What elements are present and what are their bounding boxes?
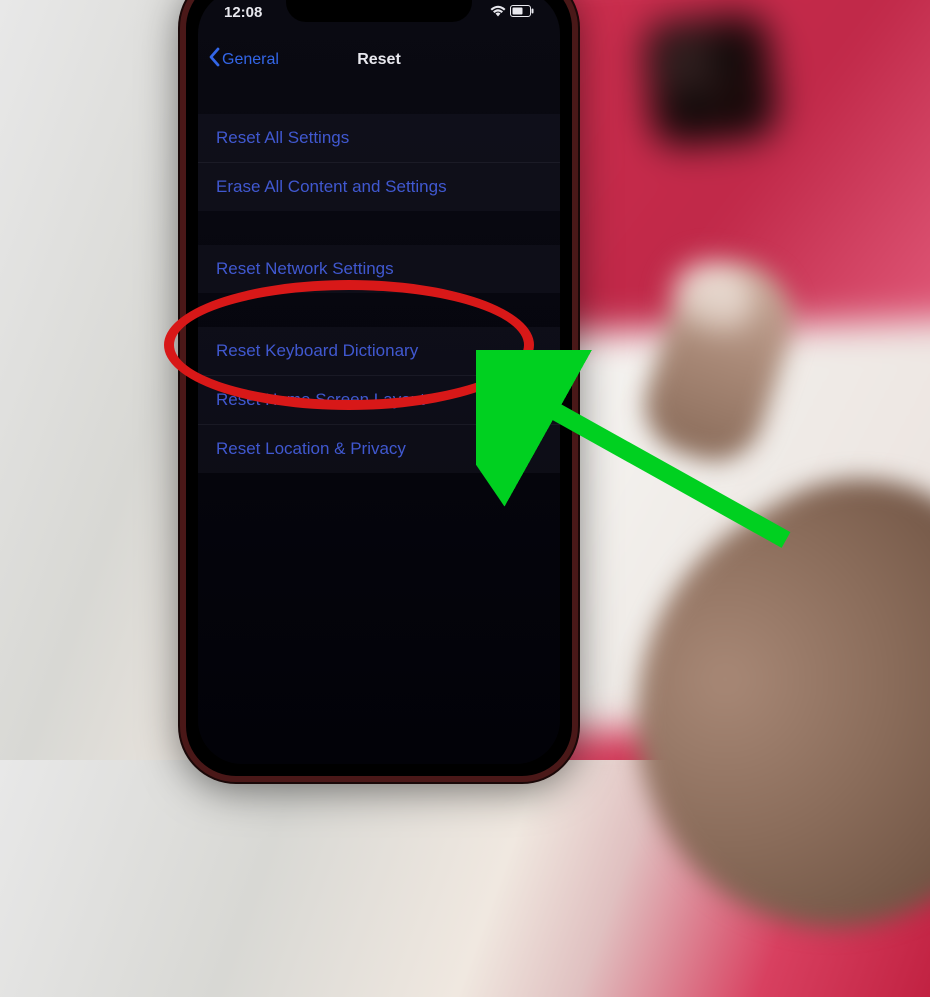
back-label: General — [222, 51, 279, 69]
list-group-1: Reset All Settings Erase All Content and… — [198, 114, 560, 211]
phone-frame: 12:08 General Reset Res — [180, 0, 578, 782]
row-label: Erase All Content and Settings — [216, 177, 447, 196]
reset-keyboard-dictionary-row[interactable]: Reset Keyboard Dictionary — [198, 327, 560, 376]
row-label: Reset Network Settings — [216, 259, 394, 278]
page-title: Reset — [357, 51, 401, 69]
status-time: 12:08 — [224, 4, 262, 21]
chevron-left-icon — [208, 47, 220, 73]
reset-home-screen-layout-row[interactable]: Reset Home Screen Layout — [198, 376, 560, 425]
battery-icon — [510, 4, 534, 21]
phone-notch — [286, 0, 472, 22]
navigation-header: General Reset — [198, 38, 560, 82]
row-label: Reset Home Screen Layout — [216, 390, 425, 409]
wifi-icon — [490, 4, 506, 21]
row-label: Reset Keyboard Dictionary — [216, 341, 418, 360]
back-button[interactable]: General — [208, 47, 279, 73]
row-label: Reset Location & Privacy — [216, 439, 406, 458]
reset-all-settings-row[interactable]: Reset All Settings — [198, 114, 560, 163]
erase-all-content-row[interactable]: Erase All Content and Settings — [198, 163, 560, 211]
settings-reset-list: Reset All Settings Erase All Content and… — [198, 114, 560, 507]
row-label: Reset All Settings — [216, 128, 349, 147]
phone-screen: 12:08 General Reset Res — [198, 0, 560, 764]
list-group-3: Reset Keyboard Dictionary Reset Home Scr… — [198, 327, 560, 473]
reset-network-settings-row[interactable]: Reset Network Settings — [198, 245, 560, 293]
list-group-2: Reset Network Settings — [198, 245, 560, 293]
reset-location-privacy-row[interactable]: Reset Location & Privacy — [198, 425, 560, 473]
